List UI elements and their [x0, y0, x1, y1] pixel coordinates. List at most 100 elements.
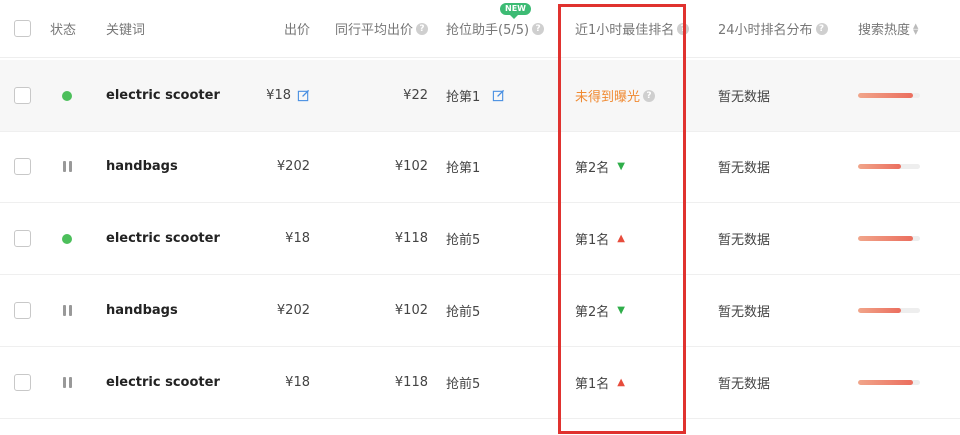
row-rank-distribution: 暂无数据	[718, 131, 848, 202]
row-status[interactable]	[50, 60, 84, 131]
grab-value: 抢前5	[446, 233, 481, 248]
pause-icon[interactable]	[62, 377, 72, 388]
avg-bid-value: ¥102	[394, 303, 428, 318]
row-best-rank: 第1名 ▲	[575, 347, 690, 418]
row-select[interactable]	[14, 275, 34, 346]
sort-icon[interactable]: ▲ ▼	[913, 22, 918, 35]
table-row: handbags ¥202 ¥102 抢第1 第2名 ▼ 暂无数据	[0, 131, 960, 203]
pause-icon[interactable]	[62, 161, 72, 172]
grab-value: 抢第1	[446, 90, 481, 105]
question-circle-icon[interactable]: ?	[532, 22, 545, 35]
question-circle-icon[interactable]: ?	[815, 22, 828, 35]
header-best-rank-label: 近1小时最佳排名	[575, 23, 675, 38]
row-search-heat	[858, 203, 958, 274]
row-bid: ¥202	[230, 275, 310, 346]
row-checkbox[interactable]	[14, 374, 31, 391]
row-search-heat	[858, 60, 958, 131]
row-grab: 抢前5	[446, 347, 556, 418]
row-grab: 抢第1	[446, 131, 556, 202]
rank-value: 第1名	[575, 233, 610, 248]
row-best-rank: 未得到曝光 ?	[575, 60, 690, 131]
row-status[interactable]	[50, 275, 84, 346]
header-status-label: 状态	[50, 23, 77, 38]
heat-bar	[858, 308, 920, 313]
row-checkbox[interactable]	[14, 230, 31, 247]
edit-icon[interactable]	[297, 89, 310, 102]
row-rank-distribution: 暂无数据	[718, 347, 848, 418]
grab-value: 抢第1	[446, 161, 481, 176]
table-row: electric scooter ¥18 ¥118 抢前5 第1名 ▲ 暂无数据	[0, 347, 960, 419]
rank-dist-value: 暂无数据	[718, 161, 771, 176]
header-select-all[interactable]	[14, 0, 34, 57]
rank-value: 第1名	[575, 377, 610, 392]
header-rank-dist-label: 24小时排名分布	[718, 23, 813, 38]
row-checkbox[interactable]	[14, 87, 31, 104]
bid-value: ¥18	[285, 231, 310, 246]
row-avg-bid: ¥22	[320, 60, 428, 131]
row-grab: 抢前5	[446, 275, 556, 346]
heat-bar	[858, 93, 920, 98]
active-status-dot[interactable]	[62, 233, 72, 244]
row-avg-bid: ¥118	[320, 203, 428, 274]
bid-value: ¥202	[276, 303, 310, 318]
row-select[interactable]	[14, 131, 34, 202]
row-bid: ¥202	[230, 131, 310, 202]
active-status-dot[interactable]	[62, 90, 72, 101]
keyword-text: electric scooter	[106, 375, 220, 390]
header-search-heat[interactable]: 搜索热度 ▲ ▼	[858, 0, 958, 57]
avg-bid-value: ¥118	[394, 231, 428, 246]
header-keyword-label: 关键词	[106, 23, 146, 38]
keyword-table: 状态 关键词 出价 同行平均出价 ? 抢位助手(5/5) ? NEW 近1小时最…	[0, 0, 960, 435]
row-avg-bid: ¥118	[320, 347, 428, 418]
row-rank-distribution: 暂无数据	[718, 60, 848, 131]
row-bid: ¥18	[230, 347, 310, 418]
rank-dist-value: 暂无数据	[718, 305, 771, 320]
header-heat-label: 搜索热度	[858, 23, 911, 38]
avg-bid-value: ¥118	[394, 375, 428, 390]
row-bid: ¥18	[230, 203, 310, 274]
header-bid: 出价	[230, 0, 310, 57]
row-select[interactable]	[14, 60, 34, 131]
keyword-text: handbags	[106, 159, 178, 174]
table-row: electric scooter ¥18 ¥22 抢第1 未得到曝光 ? 暂无数…	[0, 60, 960, 132]
question-circle-icon[interactable]: ?	[416, 22, 428, 35]
grab-value: 抢前5	[446, 305, 481, 320]
rank-dist-value: 暂无数据	[718, 233, 771, 248]
question-circle-icon[interactable]: ?	[643, 89, 656, 102]
edit-icon[interactable]	[492, 89, 505, 102]
row-status[interactable]	[50, 131, 84, 202]
row-checkbox[interactable]	[14, 302, 31, 319]
pause-icon[interactable]	[62, 305, 72, 316]
arrow-up-icon: ▲	[617, 377, 625, 388]
select-all-checkbox[interactable]	[14, 20, 31, 37]
row-select[interactable]	[14, 347, 34, 418]
row-select[interactable]	[14, 203, 34, 274]
header-bid-label: 出价	[283, 23, 310, 38]
row-status[interactable]	[50, 203, 84, 274]
heat-bar-fill	[858, 380, 913, 385]
avg-bid-value: ¥102	[394, 159, 428, 174]
heat-bar	[858, 380, 920, 385]
header-avg-bid-label: 同行平均出价	[334, 23, 413, 38]
header-avg-bid: 同行平均出价 ?	[320, 0, 428, 57]
rank-dist-value: 暂无数据	[718, 377, 771, 392]
bid-value: ¥202	[276, 159, 310, 174]
new-badge: NEW	[500, 3, 531, 19]
rank-value: 未得到曝光	[575, 90, 641, 105]
question-circle-icon[interactable]: ?	[677, 22, 690, 35]
rank-value: 第2名	[575, 161, 610, 176]
row-search-heat	[858, 347, 958, 418]
row-best-rank: 第2名 ▼	[575, 131, 690, 202]
row-best-rank: 第1名 ▲	[575, 203, 690, 274]
heat-bar	[858, 164, 920, 169]
arrow-down-icon: ▼	[617, 305, 625, 316]
bid-value: ¥18	[285, 375, 310, 390]
row-avg-bid: ¥102	[320, 131, 428, 202]
row-checkbox[interactable]	[14, 158, 31, 175]
row-search-heat	[858, 275, 958, 346]
keyword-text: electric scooter	[106, 88, 220, 103]
row-status[interactable]	[50, 347, 84, 418]
rank-value: 第2名	[575, 305, 610, 320]
avg-bid-value: ¥22	[403, 88, 428, 103]
heat-bar-fill	[858, 164, 902, 169]
